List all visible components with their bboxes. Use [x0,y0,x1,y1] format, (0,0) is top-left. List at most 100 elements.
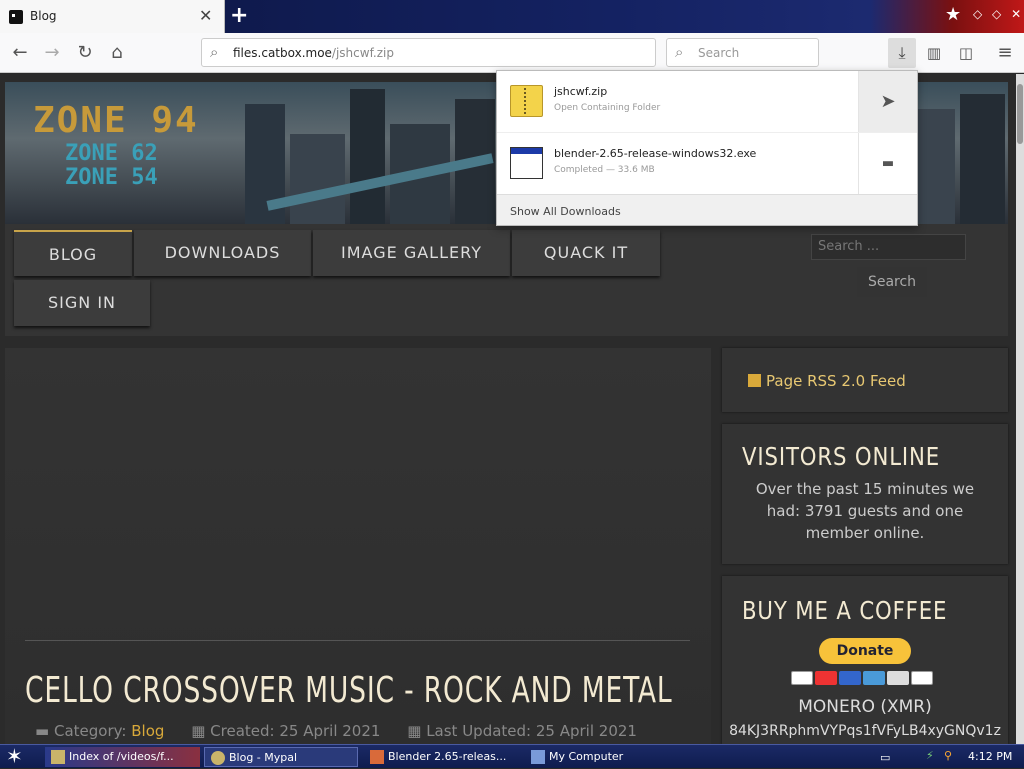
menu-image-gallery[interactable]: IMAGE GALLERY [313,230,510,276]
download-status: Open Containing Folder [554,103,661,113]
navigation-bar: ← → ↻ ⌂ ⌕ files.catbox.moe/jshcwf.zip ⌕ … [0,33,1024,73]
search-tray-icon[interactable]: ⚲ [944,749,952,762]
divider [25,640,690,641]
calendar-icon: ▦ [191,722,206,740]
menu-sign-in[interactable]: SIGN IN [14,280,150,326]
amex-icon [863,671,885,685]
open-folder-button[interactable]: ▬ [858,133,917,194]
home-icon[interactable]: ⌂ [105,41,129,65]
site-search-input[interactable]: Search ... [811,234,966,260]
page-scrollbar[interactable] [1016,74,1024,744]
task-label: Index of /videos/f... [69,750,174,763]
task-label: Blog - Mypal [229,751,298,764]
tab-favicon-icon [9,10,23,24]
browser-icon [211,751,225,765]
downloads-panel: jshcwf.zip Open Containing Folder ➤ blen… [496,70,918,226]
bank-card-icon [911,671,933,685]
monero-address: 84KJ3RRphmVYPqs1fVFyLB4xyGNQv1z [729,723,1001,739]
coffee-widget: BUY ME A COFFEE Donate MONERO (XMR) 84KJ… [722,576,1008,744]
maximize-icon[interactable]: ◇ [992,7,1001,21]
downloads-button[interactable]: ⤓ [888,38,916,68]
cursor-arrow-icon: ➤ [880,91,896,112]
site-logo-sub: ZONE 62 ZONE 54 [65,142,158,190]
menu-hamburger-icon[interactable]: ≡ [993,41,1017,65]
article-meta: ▬ Category: Blog ▦ Created: 25 April 202… [35,722,637,740]
start-button[interactable]: ✶ [6,745,23,767]
keyboard-icon[interactable]: ▭ [880,751,890,764]
sidebar-toggle-icon[interactable]: ◫ [954,41,978,65]
open-folder-button[interactable]: ➤ [858,71,917,132]
download-name: blender-2.65-release-windows32.exe [554,147,757,160]
show-all-downloads[interactable]: Show All Downloads [497,194,917,225]
calendar-updated-icon: ▦ [407,722,422,740]
folder-icon [51,750,65,764]
download-item[interactable]: jshcwf.zip Open Containing Folder ➤ [497,71,917,132]
coffee-title: BUY ME A COFFEE [742,596,948,625]
clock[interactable]: 4:12 PM [968,750,1012,763]
logo-sub-line1: ZONE 62 [65,141,158,166]
download-status: Completed — 33.6 MB [554,165,655,175]
close-tab-icon[interactable]: ✕ [199,6,212,25]
download-item[interactable]: blender-2.65-release-windows32.exe Compl… [497,133,917,194]
taskbar: ✶ Index of /videos/f... Blog - Mypal Ble… [0,744,1024,768]
system-tray: ▭ ⚡ ⚲ 4:12 PM [874,745,1024,769]
close-window-icon[interactable]: ✕ [1011,7,1021,21]
url-domain: files.catbox.moe [233,46,332,60]
url-text: files.catbox.moe/jshcwf.zip [233,46,394,60]
folder-icon: ▬ [35,722,50,740]
url-bar[interactable]: ⌕ files.catbox.moe/jshcwf.zip [201,38,656,67]
search-placeholder: Search [698,46,740,60]
task-blender[interactable]: Blender 2.65-releas... [364,747,519,767]
url-path: /jshcwf.zip [331,46,394,60]
article-area: CELLO CROSSOVER MUSIC - ROCK AND METAL ▬… [5,348,711,744]
new-tab-button[interactable]: + [230,3,248,28]
menu-quack-it[interactable]: QUACK IT [512,230,660,276]
computer-icon [531,750,545,764]
network-icon[interactable]: ⚡ [926,749,934,762]
site-logo[interactable]: ZONE 94 [33,100,199,141]
task-index[interactable]: Index of /videos/f... [45,747,200,767]
exe-file-icon [510,147,543,179]
category-link[interactable]: Blog [131,722,164,740]
blender-icon [370,750,384,764]
maestro-icon [839,671,861,685]
payment-cards [791,670,935,685]
site-search-button[interactable]: Search [857,267,927,297]
discover-icon [887,671,909,685]
minimize-icon[interactable]: ◇ [973,7,982,21]
visa-icon [791,671,813,685]
donate-button[interactable]: Donate [819,638,911,664]
mastercard-icon [815,671,837,685]
window-controls: ★ ◇ ◇ ✕ [945,4,1021,25]
menu-downloads[interactable]: DOWNLOADS [134,230,311,276]
visitors-text: Over the past 15 minutes we had: 3791 gu… [755,480,975,542]
browser-tab[interactable]: Blog ✕ [0,0,225,33]
scrollbar-thumb[interactable] [1017,84,1023,144]
menu-blog[interactable]: BLOG [14,230,132,276]
task-label: My Computer [549,750,624,763]
rss-label: Page RSS 2.0 Feed [766,372,906,390]
title-bar: Blog ✕ + ★ ◇ ◇ ✕ [0,0,1024,33]
tab-title: Blog [30,9,57,23]
rss-widget: Page RSS 2.0 Feed [722,348,1008,412]
download-name: jshcwf.zip [554,85,608,98]
rss-link[interactable]: Page RSS 2.0 Feed [748,372,906,390]
task-blog-mypal[interactable]: Blog - Mypal [204,747,358,767]
task-my-computer[interactable]: My Computer [525,747,680,767]
visitors-title: VISITORS ONLINE [742,442,941,471]
category-label: Category: [53,722,127,740]
article-title[interactable]: CELLO CROSSOVER MUSIC - ROCK AND METAL [25,670,672,711]
browser-search-input[interactable]: ⌕ Search [666,38,819,67]
back-arrow-icon[interactable]: ← [8,41,32,65]
magnifier-icon: ⌕ [210,43,219,61]
created-date: Created: 25 April 2021 [210,722,381,740]
logo-sub-line2: ZONE 54 [65,165,158,190]
updated-date: Last Updated: 25 April 2021 [426,722,637,740]
library-icon[interactable]: ▥ [922,41,946,65]
search-icon: ⌕ [675,43,684,61]
task-label: Blender 2.65-releas... [388,750,507,763]
visitors-widget: VISITORS ONLINE Over the past 15 minutes… [722,424,1008,564]
reload-icon[interactable]: ↻ [73,41,97,65]
forward-arrow-icon[interactable]: → [40,41,64,65]
folder-icon: ▬ [881,156,895,171]
